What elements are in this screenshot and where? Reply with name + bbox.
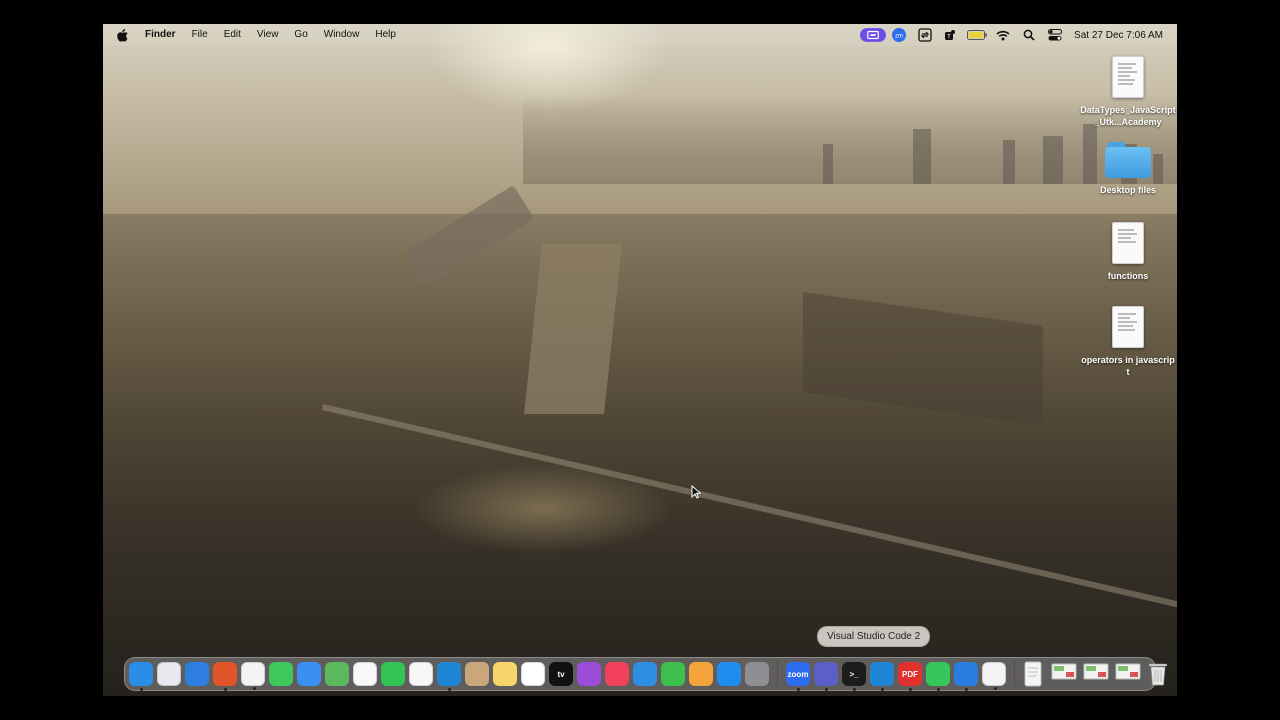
zoom-icon[interactable]: zm — [886, 24, 912, 46]
dock-pinned-apps: tv — [129, 662, 769, 691]
desktop-item-operators-in-javascript[interactable]: operators in javascript — [1080, 306, 1176, 378]
wallpaper-water — [103, 214, 1177, 696]
running-indicator — [852, 688, 856, 691]
svg-text:zm: zm — [895, 34, 903, 40]
dock-tooltip: Visual Studio Code 2 — [817, 626, 931, 647]
vscode-icon[interactable] — [437, 662, 461, 691]
screenshot-stack-3-icon[interactable] — [1115, 661, 1141, 687]
screenshot-stack-2-icon[interactable] — [1083, 661, 1109, 687]
zoom-glyph: zoom — [787, 669, 809, 679]
safari-icon[interactable] — [185, 662, 209, 686]
pages-icon[interactable] — [689, 662, 713, 686]
dock-separator — [777, 661, 778, 687]
firefox-icon[interactable] — [213, 662, 237, 691]
desktop-item-label: Desktop files — [1099, 185, 1157, 195]
screenshot-stack-icon[interactable] — [1051, 661, 1077, 687]
mail-icon[interactable] — [297, 662, 321, 686]
menu-bar: Finder File Edit View Go Window Help zm … — [103, 24, 1177, 46]
menu-clock[interactable]: Sat 27 Dec 7:06 AM — [1068, 30, 1163, 41]
terminal-glyph: >_ — [849, 669, 859, 679]
chrome-icon[interactable] — [241, 662, 265, 690]
menu-app-finder[interactable]: Finder — [137, 24, 184, 46]
reminders-icon[interactable] — [409, 662, 433, 686]
wifi-icon[interactable] — [990, 24, 1016, 46]
apple-tv-glyph: tv — [557, 669, 565, 679]
menu-go[interactable]: Go — [286, 24, 315, 46]
running-indicator — [964, 688, 968, 691]
running-indicator — [447, 688, 451, 691]
apple-tv-icon[interactable]: tv — [549, 662, 573, 686]
teams-icon[interactable]: T — [938, 24, 964, 46]
textedit-icon[interactable] — [982, 662, 1006, 690]
running-indicator — [796, 688, 800, 691]
facetime-icon[interactable] — [381, 662, 405, 686]
downloads-document-icon[interactable] — [1023, 661, 1045, 687]
zoom-icon[interactable]: zoom — [786, 662, 810, 691]
launchpad-icon[interactable] — [157, 662, 181, 686]
teams-icon[interactable] — [814, 662, 838, 691]
wallpaper-city-skyline — [523, 94, 1177, 184]
dock-stacks — [1023, 661, 1169, 687]
document-icon — [1112, 306, 1144, 348]
battery-icon[interactable] — [964, 24, 990, 46]
finder-icon[interactable] — [129, 662, 153, 691]
terminal-icon[interactable]: >_ — [842, 662, 866, 691]
running-indicator — [880, 688, 884, 691]
running-indicator — [252, 687, 256, 690]
desktop-item-functions[interactable]: functions — [1080, 222, 1176, 282]
running-indicator — [223, 688, 227, 691]
desktop-item-label: DataTypes_JavaScript_Utk...Academy — [1080, 105, 1176, 127]
trash-icon[interactable] — [1147, 661, 1169, 687]
running-indicator — [139, 688, 143, 691]
mouse-pointer-icon — [691, 485, 701, 499]
document-icon — [1112, 222, 1144, 264]
podcasts-icon[interactable] — [577, 662, 601, 686]
document-icon — [1112, 56, 1144, 98]
messages-icon[interactable] — [269, 662, 293, 686]
whatsapp-icon[interactable] — [926, 662, 950, 691]
running-indicator — [993, 687, 997, 690]
quicktime-icon[interactable] — [954, 662, 978, 691]
keynote-icon[interactable] — [633, 662, 657, 686]
menu-help[interactable]: Help — [367, 24, 404, 46]
vscode-2-icon[interactable] — [870, 662, 894, 691]
desktop-item-label: operators in javascript — [1081, 355, 1175, 377]
photos-icon[interactable] — [353, 662, 377, 686]
sync-icon[interactable] — [912, 24, 938, 46]
freeform-icon[interactable] — [521, 662, 545, 686]
menu-edit[interactable]: Edit — [216, 24, 249, 46]
running-indicator — [908, 688, 912, 691]
running-indicator — [936, 688, 940, 691]
dock-separator — [1014, 661, 1015, 687]
desktop-screen: Finder File Edit View Go Window Help zm … — [103, 24, 1177, 696]
menu-view[interactable]: View — [249, 24, 287, 46]
desktop-item-desktop-files-folder[interactable]: Desktop files — [1080, 142, 1176, 196]
notes-icon[interactable] — [493, 662, 517, 686]
screen-record-icon[interactable] — [860, 24, 887, 46]
menu-window[interactable]: Window — [316, 24, 368, 46]
running-indicator — [824, 688, 828, 691]
menu-file[interactable]: File — [184, 24, 216, 46]
spotlight-search-icon[interactable] — [1016, 24, 1042, 46]
contacts-icon[interactable] — [465, 662, 489, 686]
app-store-icon[interactable] — [717, 662, 741, 686]
folder-icon — [1105, 142, 1151, 178]
music-icon[interactable] — [605, 662, 629, 686]
apple-logo-icon[interactable] — [117, 28, 129, 42]
control-center-icon[interactable] — [1042, 24, 1068, 46]
dock: tv zoom >_ PDF — [124, 657, 1168, 691]
desktop-item-label: functions — [1107, 271, 1149, 281]
desktop-item-datatypes-pdf[interactable]: DataTypes_JavaScript_Utk...Academy — [1080, 56, 1176, 128]
pdf-reader-icon[interactable]: PDF — [898, 662, 922, 691]
numbers-icon[interactable] — [661, 662, 685, 686]
pdf-reader-glyph: PDF — [902, 669, 918, 679]
maps-icon[interactable] — [325, 662, 349, 686]
system-settings-icon[interactable] — [745, 662, 769, 686]
svg-text:T: T — [947, 35, 951, 41]
dock-recent-apps: zoom >_ PDF — [786, 662, 1006, 691]
